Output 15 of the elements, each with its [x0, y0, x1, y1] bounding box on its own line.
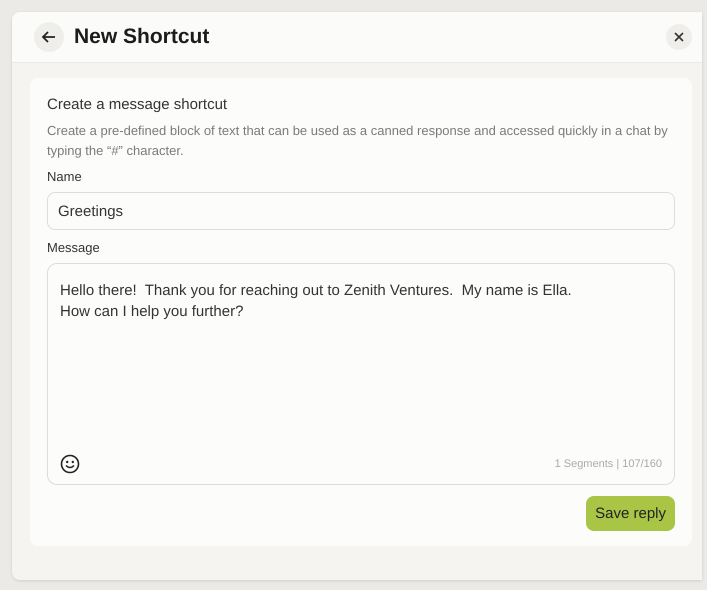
name-field[interactable]: Greetings [47, 192, 675, 230]
message-field[interactable]: Hello there! Thank you for reaching out to Zenith Ventures. My name is Ella. How can I help you further? 1 Segments | 107/160 [47, 263, 675, 485]
back-arrow-icon [41, 29, 57, 45]
section-heading: Create a message shortcut [47, 96, 228, 113]
emoji-icon[interactable] [60, 454, 80, 474]
message-text: Hello there! Thank you for reaching out to Zenith Ventures. My name is Ella. How can I help you further? [60, 281, 573, 322]
back-button[interactable] [34, 22, 64, 52]
close-icon [674, 32, 684, 42]
character-counter: 1 Segments | 107/160 [554, 458, 662, 470]
dialog-title: New Shortcut [74, 25, 210, 49]
close-button[interactable] [666, 24, 692, 50]
field-label: Name [47, 169, 83, 184]
field-label: Message [47, 240, 101, 255]
save-reply-button[interactable]: Save reply [586, 496, 675, 531]
section-description: Create a pre-defined block of text that can be used as a canned response and accessed quickly in a chat by typing the “#” character. [47, 122, 669, 160]
